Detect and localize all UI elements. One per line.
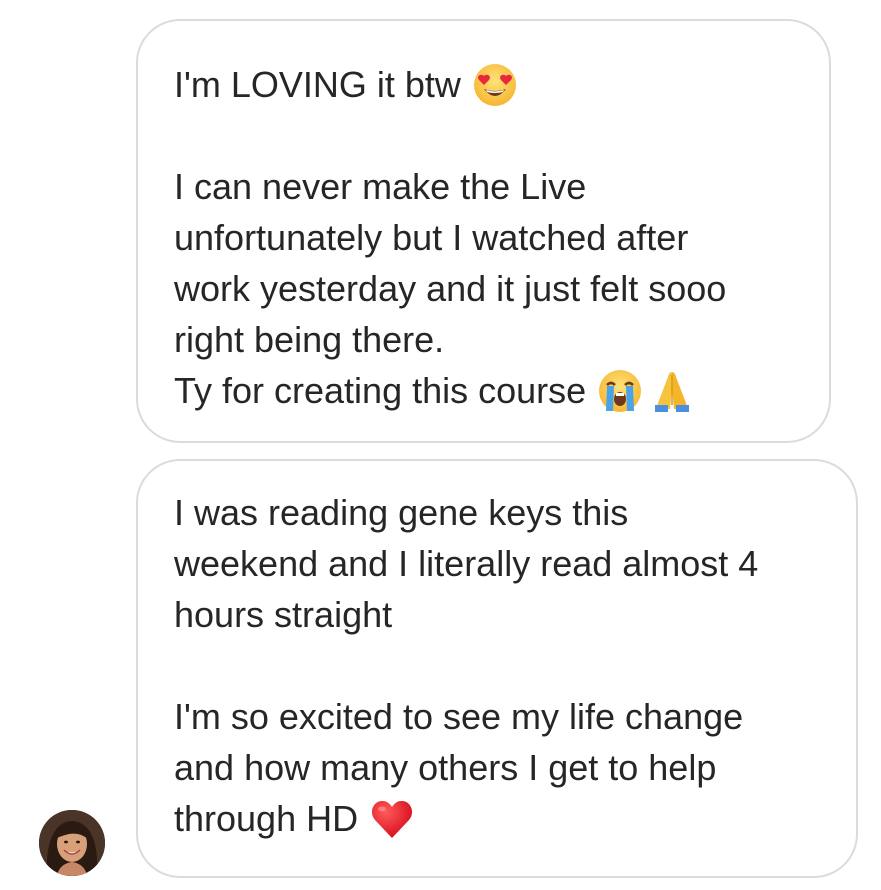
message-line: I can never make the Live — [174, 161, 793, 212]
message-line: and how many others I get to help — [174, 742, 820, 793]
message-line: weekend and I literally read almost 4 — [174, 538, 820, 589]
message-text: work yesterday and it just felt sooo — [174, 268, 727, 309]
avatar[interactable] — [39, 810, 105, 876]
message-line: I'm LOVING it btw — [174, 59, 793, 110]
message-text: hours straight — [174, 594, 393, 635]
message-text: and how many others I get to help — [174, 747, 717, 788]
message-text: Ty for creating this course — [174, 370, 587, 411]
message-text: weekend and I literally read almost 4 — [174, 543, 759, 584]
message-bubble[interactable]: I was reading gene keys this weekend and… — [136, 459, 858, 878]
red-heart-emoji — [370, 798, 414, 840]
message-text: I can never make the Live — [174, 166, 587, 207]
message-line: right being there. — [174, 314, 793, 365]
folded-hands-emoji — [650, 369, 694, 413]
message-line: I was reading gene keys this — [174, 487, 820, 538]
message-bubble[interactable]: I'm LOVING it btw I can never make the L… — [136, 19, 831, 443]
message-text: I'm LOVING it btw — [174, 64, 461, 105]
message-text: I was reading gene keys this — [174, 492, 629, 533]
profile-photo-icon — [39, 810, 105, 876]
heart-eyes-face-emoji — [473, 63, 517, 107]
loudly-crying-face-emoji — [598, 369, 642, 413]
message-text: unfortunately but I watched after — [174, 217, 689, 258]
message-text: I'm so excited to see my life change — [174, 696, 744, 737]
message-line: unfortunately but I watched after — [174, 212, 793, 263]
message-line: I'm so excited to see my life change — [174, 691, 820, 742]
message-line: work yesterday and it just felt sooo — [174, 263, 793, 314]
message-line: Ty for creating this course — [174, 365, 793, 416]
message-text: right being there. — [174, 319, 445, 360]
message-line: hours straight — [174, 589, 820, 640]
message-line: through HD — [174, 793, 820, 844]
message-text: through HD — [174, 798, 359, 839]
